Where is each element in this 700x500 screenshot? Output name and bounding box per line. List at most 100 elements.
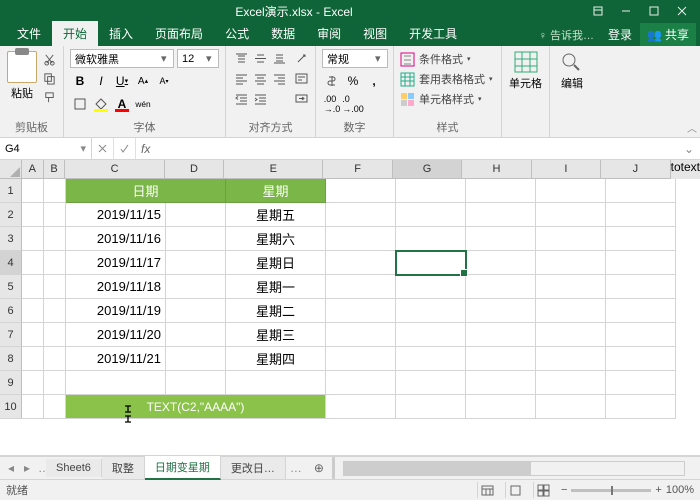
zoom-in-button[interactable]: + <box>655 484 661 496</box>
expand-formula-bar-button[interactable]: ⌄ <box>678 142 700 156</box>
cell[interactable] <box>536 323 606 347</box>
col-header[interactable]: E <box>224 160 323 179</box>
percent-button[interactable]: % <box>343 71 363 91</box>
phonetic-button[interactable]: wén <box>133 94 153 114</box>
cell[interactable] <box>606 275 676 299</box>
cell[interactable] <box>536 395 606 419</box>
cell[interactable] <box>44 179 66 203</box>
cell[interactable] <box>22 395 44 419</box>
font-name-combo[interactable]: 微软雅黑▾ <box>70 49 174 68</box>
cell[interactable] <box>44 251 66 275</box>
row-header[interactable]: 5 <box>0 275 22 299</box>
cell-header-date[interactable]: 日期 <box>66 179 226 203</box>
cell[interactable] <box>466 395 536 419</box>
cell[interactable] <box>466 227 536 251</box>
cell[interactable] <box>326 323 396 347</box>
cell-date[interactable]: 2019/11/17 <box>66 251 166 275</box>
cell[interactable] <box>166 299 226 323</box>
col-header[interactable]: H <box>462 160 531 179</box>
copy-button[interactable] <box>41 70 57 86</box>
col-header[interactable]: J <box>601 160 670 179</box>
row-header[interactable]: 10 <box>0 395 22 419</box>
cell[interactable] <box>326 203 396 227</box>
ribbon-options-icon[interactable] <box>584 1 612 21</box>
tell-me[interactable]: ♀ 告诉我… <box>533 27 600 43</box>
cell[interactable] <box>466 299 536 323</box>
cell[interactable] <box>22 323 44 347</box>
cell-date[interactable]: 2019/11/19 <box>66 299 166 323</box>
cell[interactable] <box>326 179 396 203</box>
cell[interactable] <box>606 299 676 323</box>
sheet-tab-active[interactable]: 日期变星期 <box>145 456 221 480</box>
cell[interactable] <box>606 179 676 203</box>
tab-view[interactable]: 视图 <box>352 21 398 46</box>
align-left-button[interactable] <box>232 69 250 87</box>
cell[interactable] <box>22 203 44 227</box>
decrease-decimal-button[interactable]: .0→.00 <box>343 94 363 114</box>
sheet-tab[interactable]: Sheet6 <box>46 459 102 477</box>
decrease-indent-button[interactable] <box>232 89 250 107</box>
enter-formula-button[interactable] <box>114 138 136 159</box>
cell[interactable] <box>396 347 466 371</box>
align-top-button[interactable] <box>232 49 250 67</box>
cell[interactable] <box>166 347 226 371</box>
sheet-nav-prev[interactable]: ◂ <box>4 461 18 475</box>
cell[interactable] <box>44 227 66 251</box>
cell-weekday[interactable]: 星期六 <box>226 227 326 251</box>
tab-data[interactable]: 数据 <box>260 21 306 46</box>
increase-indent-button[interactable] <box>251 89 269 107</box>
row-header[interactable]: 2 <box>0 203 22 227</box>
cell[interactable] <box>22 179 44 203</box>
cell[interactable] <box>166 203 226 227</box>
fill-color-button[interactable] <box>91 94 111 114</box>
cell[interactable] <box>166 371 226 395</box>
border-button[interactable] <box>70 94 90 114</box>
cell[interactable] <box>326 275 396 299</box>
col-header[interactable]: G <box>393 160 462 179</box>
paste-button[interactable]: 粘贴 <box>6 49 38 101</box>
row-header[interactable]: 7 <box>0 323 22 347</box>
cell[interactable] <box>466 323 536 347</box>
cells-button[interactable]: 单元格 <box>508 49 543 91</box>
font-color-button[interactable]: A <box>112 94 132 114</box>
col-header[interactable]: F <box>323 160 392 179</box>
row-header[interactable]: 1 <box>0 179 22 203</box>
cell[interactable] <box>466 371 536 395</box>
cell-active[interactable] <box>396 251 466 275</box>
tab-split-handle[interactable] <box>332 457 335 479</box>
cell[interactable] <box>22 227 44 251</box>
cell[interactable] <box>466 251 536 275</box>
cell[interactable] <box>536 275 606 299</box>
cell-weekday[interactable]: 星期三 <box>226 323 326 347</box>
cut-button[interactable] <box>41 51 57 67</box>
cell[interactable] <box>44 371 66 395</box>
cancel-formula-button[interactable] <box>92 138 114 159</box>
zoom-slider[interactable] <box>571 489 651 492</box>
cell[interactable] <box>44 203 66 227</box>
cell[interactable] <box>22 275 44 299</box>
format-painter-button[interactable] <box>41 89 57 105</box>
cell-weekday[interactable]: 星期四 <box>226 347 326 371</box>
worksheet-grid[interactable]: A B C D E F G H I J totext 1 日期 星期 22019… <box>0 160 700 456</box>
cell[interactable] <box>66 371 166 395</box>
cell[interactable] <box>166 323 226 347</box>
fx-icon[interactable]: fx <box>136 142 155 156</box>
col-header[interactable]: C <box>65 160 164 179</box>
cell[interactable] <box>466 275 536 299</box>
cell[interactable] <box>326 251 396 275</box>
cell[interactable] <box>396 299 466 323</box>
cell-weekday[interactable]: 星期一 <box>226 275 326 299</box>
row-header[interactable]: 6 <box>0 299 22 323</box>
cell[interactable] <box>396 371 466 395</box>
maximize-button[interactable] <box>640 1 668 21</box>
cell-header-weekday[interactable]: 星期 <box>226 179 326 203</box>
tab-file[interactable]: 文件 <box>6 21 52 46</box>
align-bottom-button[interactable] <box>270 49 288 67</box>
select-all-corner[interactable] <box>0 160 22 179</box>
cell[interactable] <box>44 395 66 419</box>
cell[interactable] <box>606 371 676 395</box>
cell-styles-button[interactable]: 单元格样式▾ <box>400 90 495 108</box>
normal-view-button[interactable] <box>477 482 497 498</box>
cell[interactable] <box>166 227 226 251</box>
align-center-button[interactable] <box>251 69 269 87</box>
